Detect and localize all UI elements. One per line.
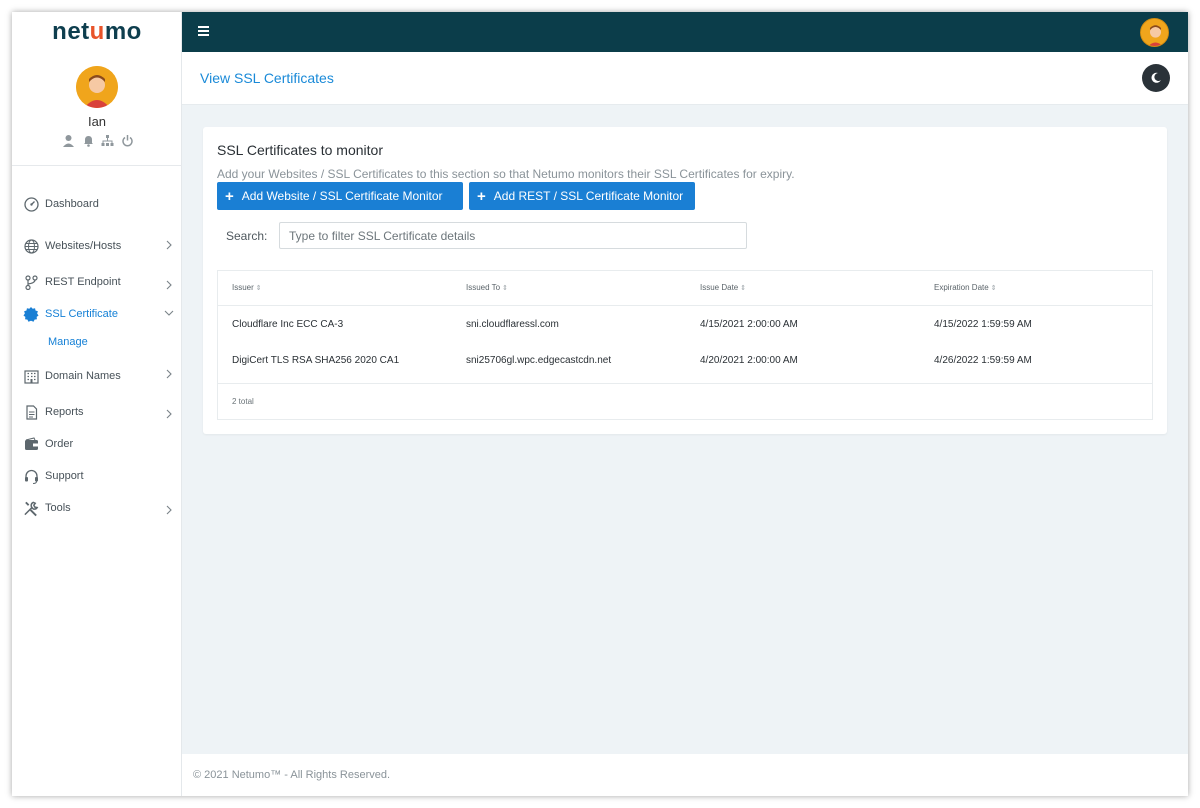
chevron-right-icon — [166, 505, 172, 515]
dashboard-gauge-icon — [23, 196, 39, 212]
chevron-right-icon — [166, 240, 172, 250]
sort-icon: ⇕ — [740, 285, 747, 292]
wallet-icon — [23, 436, 39, 452]
page-title: View SSL Certificates — [200, 70, 334, 86]
sitemap-icon[interactable] — [101, 134, 114, 147]
sidebar-item-ssl-certificate[interactable]: SSL Certificate — [12, 298, 182, 330]
chevron-down-icon — [164, 310, 174, 316]
column-header-expiration-date[interactable]: Expiration Date ⇕ — [934, 283, 997, 292]
cell-expiration-date: 4/26/2022 1:59:59 AM — [934, 355, 1032, 366]
page-header: View SSL Certificates — [182, 52, 1188, 105]
ssl-badge-icon — [23, 306, 39, 322]
table-footer: 2 total — [218, 383, 1152, 420]
sort-icon: ⇕ — [255, 285, 262, 292]
page-footer: © 2021 Netumo™ - All Rights Reserved. — [182, 754, 1188, 796]
sidebar-item-reports[interactable]: Reports — [12, 396, 182, 428]
sidebar-item-label: Domain Names — [45, 370, 121, 382]
cell-issue-date: 4/15/2021 2:00:00 AM — [700, 319, 798, 330]
chevron-right-icon — [166, 369, 172, 379]
sidebar-item-label: SSL Certificate — [45, 308, 118, 320]
sidebar-item-label: Websites/Hosts — [45, 240, 122, 252]
netumo-logo[interactable]: netumo — [12, 18, 182, 46]
ssl-certificates-table: Issuer ⇕ Issued To ⇕ Issue Date ⇕ Expiratio… — [217, 270, 1153, 420]
sidebar-nav: Dashboard Websites/Hosts REST Endpoint S… — [12, 190, 182, 524]
card-title: SSL Certificates to monitor — [217, 142, 383, 158]
sort-icon: ⇕ — [502, 285, 508, 292]
sort-icon: ⇕ — [990, 285, 997, 292]
topbar — [182, 12, 1188, 52]
sidebar-item-label: Dashboard — [45, 198, 99, 210]
sidebar-item-websites[interactable]: Websites/Hosts — [12, 230, 182, 262]
cell-expiration-date: 4/15/2022 1:59:59 AM — [934, 319, 1032, 330]
sidebar-item-order[interactable]: Order — [12, 428, 182, 460]
sidebar-item-domain-names[interactable]: Domain Names — [12, 360, 182, 392]
power-icon[interactable] — [121, 134, 134, 147]
table-row[interactable]: DigiCert TLS RSA SHA256 2020 CA1 sni2570… — [218, 343, 1152, 379]
sidebar-divider — [12, 165, 182, 166]
add-website-ssl-monitor-button[interactable]: + Add Website / SSL Certificate Monitor — [217, 182, 463, 210]
column-header-issuer[interactable]: Issuer ⇕ — [232, 283, 262, 292]
globe-icon — [23, 238, 39, 254]
copyright-text: © 2021 Netumo™ - All Rights Reserved. — [193, 769, 391, 781]
column-header-issue-date[interactable]: Issue Date ⇕ — [700, 283, 746, 292]
cell-issued-to: sni.cloudflaressl.com — [466, 319, 559, 330]
chevron-right-icon — [166, 280, 172, 290]
user-name: Ian — [87, 114, 107, 129]
user-avatar[interactable] — [76, 66, 118, 108]
building-icon — [23, 368, 39, 384]
sidebar-item-dashboard[interactable]: Dashboard — [12, 190, 182, 218]
sidebar-item-label: Order — [45, 438, 74, 450]
sidebar-item-support[interactable]: Support — [12, 460, 182, 492]
headset-icon — [23, 468, 39, 484]
tools-icon — [23, 500, 39, 516]
cell-issuer: DigiCert TLS RSA SHA256 2020 CA1 — [232, 355, 400, 366]
sidebar-item-tools[interactable]: Tools — [12, 492, 182, 524]
profile-icon[interactable] — [62, 134, 75, 147]
plus-icon: + — [477, 187, 486, 205]
user-actions — [62, 134, 134, 148]
search-input[interactable] — [279, 222, 747, 249]
bell-icon[interactable] — [82, 134, 95, 147]
table-row[interactable]: Cloudflare Inc ECC CA-3 sni.cloudflaress… — [218, 307, 1152, 343]
button-label: Add REST / SSL Certificate Monitor — [493, 189, 684, 203]
sidebar-item-label: Support — [45, 470, 84, 482]
sidebar-item-rest-endpoint[interactable]: REST Endpoint — [12, 266, 182, 298]
topbar-user-avatar[interactable] — [1140, 18, 1169, 47]
card-description: Add your Websites / SSL Certificates to … — [217, 167, 795, 181]
ssl-certificates-card: SSL Certificates to monitor Add your Web… — [203, 127, 1167, 434]
document-icon — [23, 404, 39, 420]
sidebar-item-label: Tools — [45, 502, 71, 514]
total-count: 2 total — [232, 397, 254, 406]
chevron-right-icon — [166, 409, 172, 419]
moon-icon — [1151, 72, 1161, 83]
sidebar: netumo Ian Dashboard Websites/Hosts REST… — [12, 12, 182, 796]
branch-icon — [23, 274, 39, 290]
search-label: Search: — [226, 229, 268, 243]
hamburger-menu-icon[interactable] — [198, 26, 209, 36]
column-header-issued-to[interactable]: Issued To ⇕ — [466, 283, 508, 292]
app-window: netumo Ian Dashboard Websites/Hosts REST… — [12, 12, 1188, 796]
dark-mode-toggle[interactable] — [1142, 64, 1170, 92]
sidebar-item-label: REST Endpoint — [45, 276, 121, 288]
sidebar-item-label: Reports — [45, 406, 84, 418]
plus-icon: + — [225, 187, 234, 205]
table-header: Issuer ⇕ Issued To ⇕ Issue Date ⇕ Expiratio… — [218, 271, 1152, 306]
cell-issued-to: sni25706gl.wpc.edgecastcdn.net — [466, 355, 612, 366]
sidebar-subitem-manage[interactable]: Manage — [12, 330, 182, 354]
cell-issuer: Cloudflare Inc ECC CA-3 — [232, 319, 344, 330]
cell-issue-date: 4/20/2021 2:00:00 AM — [700, 355, 798, 366]
add-rest-ssl-monitor-button[interactable]: + Add REST / SSL Certificate Monitor — [469, 182, 695, 210]
button-label: Add Website / SSL Certificate Monitor — [241, 189, 443, 203]
